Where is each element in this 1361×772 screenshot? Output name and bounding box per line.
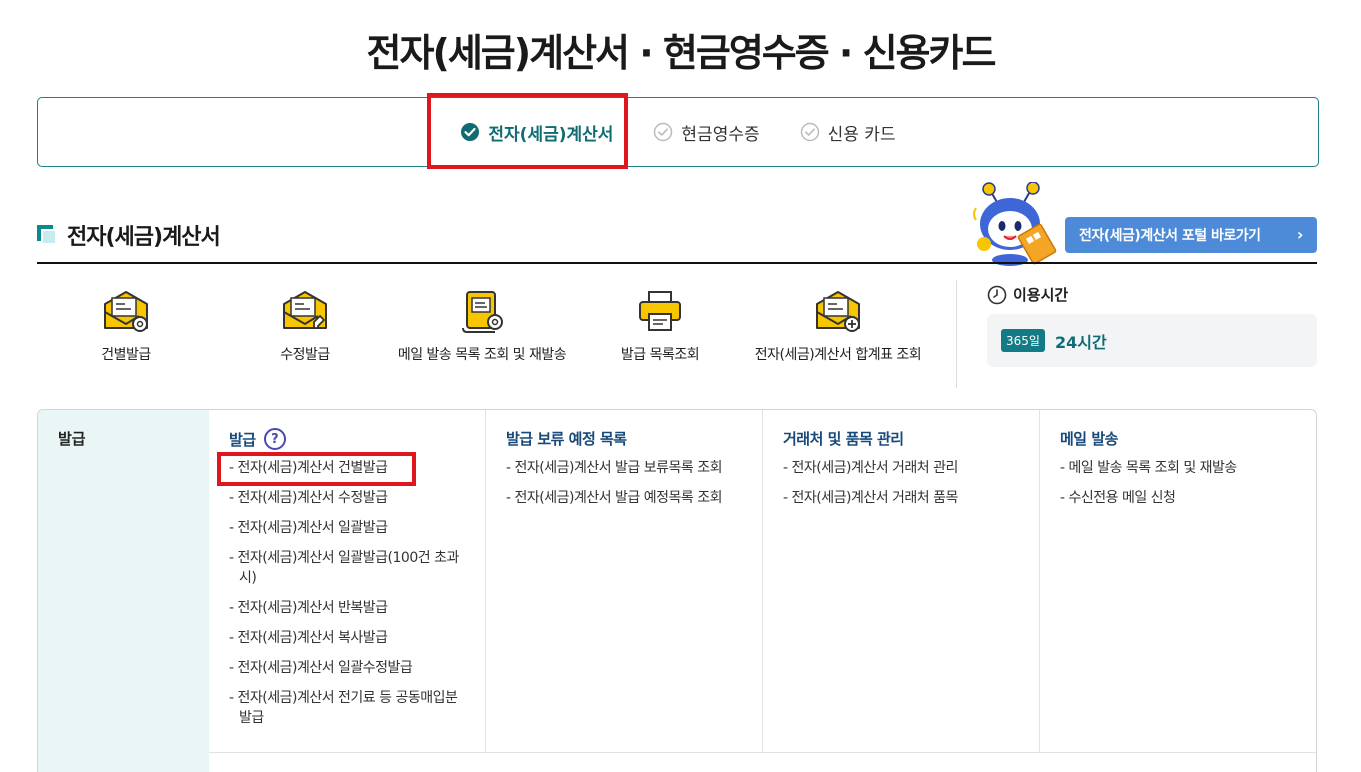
square-bullet-icon [37,225,57,245]
quick-link-label: 전자(세금)계산서 합계표 조회 [754,347,922,363]
menu-column-issue: 발급 ? - 전자(세금)계산서 건별발급 - 전자(세금)계산서 수정발급 -… [209,410,486,752]
section-divider [37,262,1317,264]
quick-link-label: 발급 목록조회 [620,347,700,363]
menu-link-receive-only-mail[interactable]: - 수신전용 메일 신청 [1060,488,1300,508]
help-question-icon[interactable]: ? [263,428,286,450]
quick-link-single-issue[interactable]: 건별발급 [41,288,211,364]
quick-link-label: 메일 발송 목록 조회 및 재발송 [397,347,567,363]
menu-link-mail-resend[interactable]: - 메일 발송 목록 조회 및 재발송 [1060,458,1300,478]
check-circle-icon [461,123,480,141]
menu-link-single-issue[interactable]: - 전자(세금)계산서 건별발급 [229,458,469,478]
menu-side-header: 발급 [38,410,209,772]
menu-link-partner-manage[interactable]: - 전자(세금)계산서 거래처 관리 [783,458,1023,478]
mascot-icon [973,182,1057,266]
tab-label: 신용 카드 [827,124,896,145]
quick-link-amend-issue[interactable]: 수정발급 [220,288,390,364]
envelope-gear-icon [104,291,148,332]
menu-column-title: 거래처 및 품목 관리 [783,430,904,448]
menu-table: 발급 발급 ? - 전자(세금)계산서 건별발급 - 전자(세금)계산서 수정발… [37,409,1317,772]
menu-column-partners: 거래처 및 품목 관리 - 전자(세금)계산서 거래처 관리 - 전자(세금)계… [762,410,1039,752]
menu-side-label: 발급 [58,430,86,448]
menu-link-bulk-issue[interactable]: - 전자(세금)계산서 일괄발급 [229,518,469,538]
portal-shortcut-button[interactable]: 전자(세금)계산서 포털 바로가기 › [1065,217,1317,253]
menu-link-repeat-issue[interactable]: - 전자(세금)계산서 반복발급 [229,598,469,618]
envelope-plus-icon [816,291,860,332]
scroll-mail-icon [462,291,503,333]
hours-box: 365일 24시간 [987,314,1317,367]
tab-tax-invoice[interactable]: 전자(세금)계산서 [440,97,633,167]
menu-link-partner-items[interactable]: - 전자(세금)계산서 거래처 품목 [783,488,1023,508]
menu-column-title: 메일 발송 [1060,430,1118,448]
chevron-right-icon: › [1296,225,1304,244]
row-divider [209,752,1316,753]
check-circle-icon [654,122,673,142]
quick-link-label: 수정발급 [280,347,330,363]
tab-cash-receipt[interactable]: 현금영수증 [633,97,779,167]
tab-label: 전자(세금)계산서 [488,124,614,145]
quick-link-issue-list[interactable]: 발급 목록조회 [575,288,745,364]
envelope-edit-icon [283,291,327,329]
menu-column-title: 발급 보류 예정 목록 [506,430,627,448]
hours-title: 이용시간 [1013,286,1069,304]
quick-link-label: 건별발급 [101,347,151,363]
printer-icon [639,291,681,331]
menu-link-hold-list[interactable]: - 전자(세금)계산서 발급 보류목록 조회 [506,458,746,478]
menu-column-mail: 메일 발송 - 메일 발송 목록 조회 및 재발송 - 수신전용 메일 신청 [1039,410,1316,752]
menu-link-bulk-issue-over100[interactable]: - 전자(세금)계산서 일괄발급(100건 초과 시) [229,548,469,588]
menu-link-shared-purchase-issue[interactable]: - 전자(세금)계산서 전기료 등 공동매입분 발급 [229,688,469,728]
quick-link-mail-resend[interactable]: 메일 발송 목록 조회 및 재발송 [397,288,567,364]
quick-link-summary-query[interactable]: 전자(세금)계산서 합계표 조회 [753,288,923,364]
menu-link-bulk-amend-issue[interactable]: - 전자(세금)계산서 일괄수정발급 [229,658,469,678]
menu-link-amend-issue[interactable]: - 전자(세금)계산서 수정발급 [229,488,469,508]
hours-header: 이용시간 [987,284,1068,305]
tab-credit-card[interactable]: 신용 카드 [780,97,916,167]
menu-column-pending: 발급 보류 예정 목록 - 전자(세금)계산서 발급 보류목록 조회 - 전자(… [485,410,762,752]
hours-value: 24시간 [1054,332,1107,352]
menu-column-title: 발급 ? [229,428,286,450]
page-title: 전자(세금)계산서 · 현금영수증 · 신용카드 [366,31,997,75]
column-title-text: 발급 [229,430,256,449]
menu-link-scheduled-list[interactable]: - 전자(세금)계산서 발급 예정목록 조회 [506,488,746,508]
clock-icon [987,285,1007,304]
section-title: 전자(세금)계산서 [67,225,221,250]
vertical-divider [956,280,957,388]
badge-365: 365일 [1001,329,1045,352]
menu-link-copy-issue[interactable]: - 전자(세금)계산서 복사발급 [229,628,469,648]
tab-bar: 전자(세금)계산서 현금영수증 신용 카드 [37,97,1319,167]
check-circle-icon [800,122,819,142]
tab-label: 현금영수증 [681,124,760,145]
section-header: 전자(세금)계산서 [37,218,221,252]
portal-button-label: 전자(세금)계산서 포털 바로가기 [1079,228,1261,244]
